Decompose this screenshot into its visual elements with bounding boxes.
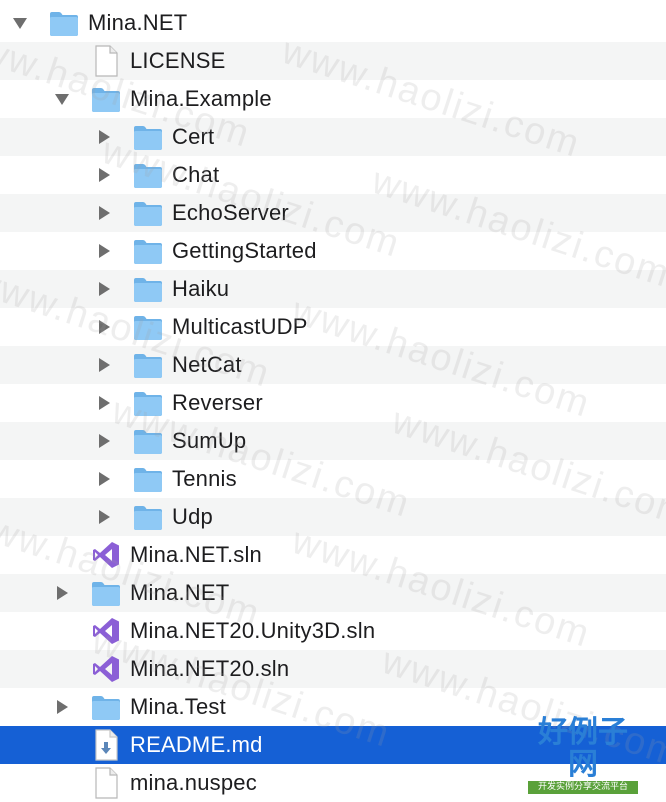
tree-row[interactable]: EchoServer — [0, 194, 666, 232]
disclosure-triangle-collapsed-icon[interactable] — [94, 129, 114, 145]
visual-studio-solution-icon — [90, 653, 122, 685]
folder-icon — [132, 121, 164, 153]
tree-row-label: EchoServer — [172, 200, 289, 225]
tree-row[interactable]: Reverser — [0, 384, 666, 422]
tree-row-label: LICENSE — [130, 48, 226, 73]
disclosure-triangle-expanded-icon[interactable] — [52, 91, 72, 107]
folder-icon — [132, 387, 164, 419]
tree-row[interactable]: Tennis — [0, 460, 666, 498]
folder-icon — [90, 83, 122, 115]
tree-row-label: Haiku — [172, 276, 230, 301]
disclosure-triangle-collapsed-icon[interactable] — [94, 509, 114, 525]
tree-row[interactable]: LICENSE — [0, 42, 666, 80]
tree-row-label: Reverser — [172, 390, 263, 415]
folder-icon — [132, 197, 164, 229]
tree-row-label: Mina.NET — [88, 10, 188, 35]
disclosure-triangle-collapsed-icon[interactable] — [94, 395, 114, 411]
tree-row-label: Mina.NET.sln — [130, 542, 262, 567]
visual-studio-solution-icon — [90, 539, 122, 571]
markdown-document-icon — [90, 729, 122, 761]
tree-row[interactable]: Udp — [0, 498, 666, 536]
disclosure-triangle-collapsed-icon[interactable] — [94, 167, 114, 183]
tree-row[interactable]: SumUp — [0, 422, 666, 460]
disclosure-triangle-expanded-icon[interactable] — [10, 15, 30, 31]
folder-icon — [48, 7, 80, 39]
disclosure-triangle-collapsed-icon[interactable] — [94, 243, 114, 259]
folder-icon — [90, 577, 122, 609]
folder-icon — [132, 425, 164, 457]
tree-row-label: README.md — [130, 732, 263, 757]
tree-row-label: Mina.Test — [130, 694, 226, 719]
disclosure-triangle-collapsed-icon[interactable] — [94, 281, 114, 297]
tree-row-label: Mina.Example — [130, 86, 272, 111]
folder-icon — [90, 691, 122, 723]
tree-row[interactable]: Mina.Example — [0, 80, 666, 118]
tree-row-label: SumUp — [172, 428, 247, 453]
tree-row-label: Tennis — [172, 466, 237, 491]
tree-row-label: Cert — [172, 124, 215, 149]
folder-icon — [132, 501, 164, 533]
disclosure-triangle-collapsed-icon[interactable] — [52, 585, 72, 601]
disclosure-triangle-collapsed-icon[interactable] — [94, 357, 114, 373]
tree-row[interactable]: Mina.NET20.Unity3D.sln — [0, 612, 666, 650]
folder-icon — [132, 273, 164, 305]
disclosure-triangle-collapsed-icon[interactable] — [94, 319, 114, 335]
disclosure-triangle-collapsed-icon[interactable] — [94, 471, 114, 487]
tree-row[interactable]: Haiku — [0, 270, 666, 308]
tree-row-label: Mina.NET20.Unity3D.sln — [130, 618, 376, 643]
folder-icon — [132, 159, 164, 191]
disclosure-triangle-collapsed-icon[interactable] — [94, 433, 114, 449]
folder-icon — [132, 235, 164, 267]
disclosure-triangle-collapsed-icon[interactable] — [52, 699, 72, 715]
tree-row[interactable]: GettingStarted — [0, 232, 666, 270]
disclosure-triangle-collapsed-icon[interactable] — [94, 205, 114, 221]
tree-row-label: mina.nuspec — [130, 770, 257, 795]
document-icon — [90, 45, 122, 77]
tree-row[interactable]: mina.nuspec — [0, 764, 666, 802]
tree-row[interactable]: README.md — [0, 726, 666, 764]
folder-icon — [132, 311, 164, 343]
folder-icon — [132, 349, 164, 381]
tree-row[interactable]: Mina.NET — [0, 4, 666, 42]
tree-row[interactable]: Cert — [0, 118, 666, 156]
tree-row[interactable]: Mina.NET20.sln — [0, 650, 666, 688]
tree-row-label: MulticastUDP — [172, 314, 308, 339]
tree-row-label: GettingStarted — [172, 238, 317, 263]
folder-icon — [132, 463, 164, 495]
tree-row-label: Mina.NET20.sln — [130, 656, 290, 681]
tree-row-label: Chat — [172, 162, 220, 187]
tree-row-label: Mina.NET — [130, 580, 230, 605]
document-icon — [90, 767, 122, 799]
tree-row[interactable]: Mina.NET — [0, 574, 666, 612]
tree-row-label: Udp — [172, 504, 213, 529]
tree-row[interactable]: Mina.NET.sln — [0, 536, 666, 574]
tree-row[interactable]: Mina.Test — [0, 688, 666, 726]
tree-row-label: NetCat — [172, 352, 242, 377]
file-tree: Mina.NET LICENSE Mina.Example Cert Chat EchoS… — [0, 4, 666, 802]
tree-row[interactable]: MulticastUDP — [0, 308, 666, 346]
tree-row[interactable]: Chat — [0, 156, 666, 194]
visual-studio-solution-icon — [90, 615, 122, 647]
tree-row[interactable]: NetCat — [0, 346, 666, 384]
